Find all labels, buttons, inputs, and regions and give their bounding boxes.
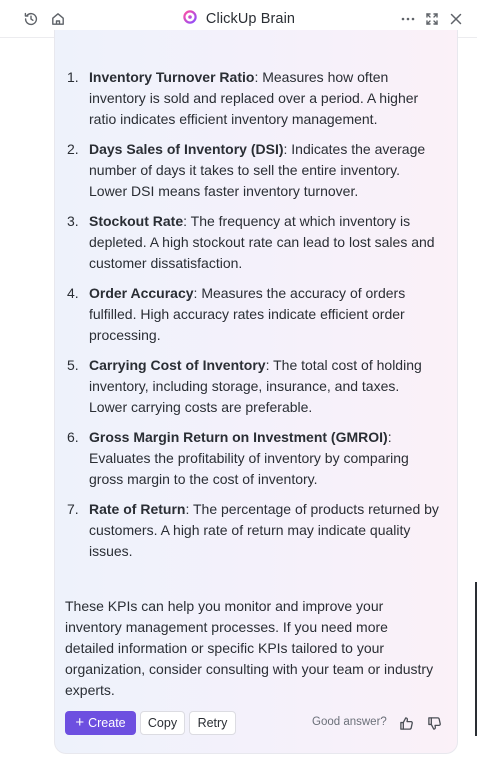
expand-icon[interactable] xyxy=(422,9,442,29)
retry-button[interactable]: Retry xyxy=(189,711,236,735)
create-button-label: Create xyxy=(88,716,126,730)
kpi-text: Inventory Turnover Ratio: Measures how o… xyxy=(89,67,439,130)
summary-paragraph: These KPIs can help you monitor and impr… xyxy=(65,598,434,698)
clickup-brain-logo-icon xyxy=(182,9,198,30)
kpi-text: Order Accuracy: Measures the accuracy of… xyxy=(89,283,439,346)
kpi-text: Rate of Return: The percentage of produc… xyxy=(89,499,439,562)
kpi-name: Inventory Turnover Ratio xyxy=(89,69,255,85)
list-item: 6. Gross Margin Return on Investment (GM… xyxy=(67,427,439,490)
answer-actions: + Create Copy Retry Good answer? xyxy=(65,711,447,735)
kpi-number: 6. xyxy=(67,429,79,445)
thumbs-down-icon[interactable] xyxy=(425,714,443,732)
kpi-number: 1. xyxy=(67,69,79,85)
kpi-name: Carrying Cost of Inventory xyxy=(89,357,266,373)
kpi-number: 5. xyxy=(67,357,79,373)
close-icon[interactable] xyxy=(446,9,466,29)
kpi-list: 1. Inventory Turnover Ratio: Measures ho… xyxy=(67,67,439,571)
kpi-text: Carrying Cost of Inventory: The total co… xyxy=(89,355,439,418)
list-item: 5. Carrying Cost of Inventory: The total… xyxy=(67,355,439,418)
kpi-number: 4. xyxy=(67,285,79,301)
thumbs-up-icon[interactable] xyxy=(397,714,415,732)
list-item: 1. Inventory Turnover Ratio: Measures ho… xyxy=(67,67,439,130)
list-item: 3. Stockout Rate: The frequency at which… xyxy=(67,211,439,274)
kpi-name: Gross Margin Return on Investment (GMROI… xyxy=(89,429,388,445)
kpi-text: Stockout Rate: The frequency at which in… xyxy=(89,211,439,274)
kpi-number: 2. xyxy=(67,141,79,157)
kpi-text: Days Sales of Inventory (DSI): Indicates… xyxy=(89,139,439,202)
list-item: 7. Rate of Return: The percentage of pro… xyxy=(67,499,439,562)
kpi-name: Days Sales of Inventory (DSI) xyxy=(89,141,284,157)
kpi-name: Rate of Return xyxy=(89,501,186,517)
panel-title-text: ClickUp Brain xyxy=(205,11,296,27)
kpi-number: 3. xyxy=(67,213,79,229)
plus-icon: + xyxy=(75,714,85,731)
more-icon[interactable] xyxy=(398,9,418,29)
kpi-text: Gross Margin Return on Investment (GMROI… xyxy=(89,427,439,490)
copy-button[interactable]: Copy xyxy=(140,711,185,735)
kpi-name: Stockout Rate xyxy=(89,213,184,229)
create-button[interactable]: + Create xyxy=(65,711,136,735)
feedback-prompt: Good answer? xyxy=(312,716,387,728)
list-item: 4. Order Accuracy: Measures the accuracy… xyxy=(67,283,439,346)
kpi-number: 7. xyxy=(67,501,79,517)
kpi-name: Order Accuracy xyxy=(89,285,194,301)
list-item: 2. Days Sales of Inventory (DSI): Indica… xyxy=(67,139,439,202)
